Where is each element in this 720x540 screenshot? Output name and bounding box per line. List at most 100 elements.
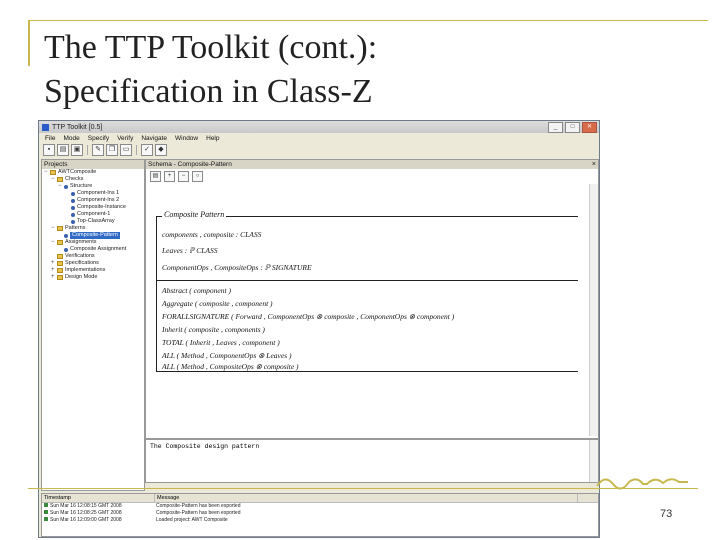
tree-item[interactable]: Top-ClassArray (42, 218, 144, 225)
node-icon (64, 247, 68, 252)
schema-pane: Schema - Composite-Pattern × ▤ + − ○ Com… (145, 159, 599, 439)
schema-bottom-rule (156, 371, 578, 372)
log-timestamp: Sun Mar 16 12:08:25 GMT 2008 (42, 510, 154, 517)
slide-title: The TTP Toolkit (cont.): Specification i… (44, 26, 377, 114)
tree-item-label: Composite-Pattern (70, 232, 120, 239)
log-column-message[interactable]: Message (155, 494, 578, 502)
schema-predicate: ALL ( Method , CompositeOps ⊗ composite … (162, 362, 299, 371)
tree-item-label: Implementations (65, 267, 106, 273)
save-icon[interactable]: ▣ (71, 144, 83, 156)
schema-pane-header: Schema - Composite-Pattern × (146, 160, 598, 169)
maximize-button[interactable]: □ (565, 122, 580, 133)
tree-item-label: Checks (65, 176, 84, 182)
tree-item[interactable]: Verifications (42, 253, 144, 260)
tree-item[interactable]: + Design Mode (42, 274, 144, 281)
toolbar-separator (136, 145, 137, 155)
log-row[interactable]: Sun Mar 16 12:08:25 GMT 2008 Composite-Pa… (42, 510, 598, 517)
folder-icon (57, 226, 63, 231)
folder-icon (57, 275, 63, 280)
schema-predicate: Abstract ( component ) (162, 286, 231, 295)
window-titlebar[interactable]: TTP Toolkit [0.5] _ □ ✕ (39, 121, 599, 133)
tree-item[interactable]: − AWTComposite (42, 169, 144, 176)
project-tree: − AWTComposite − Checks − Structure Component-… (42, 169, 144, 281)
folder-icon (50, 170, 56, 175)
tree-item-label: Component-1 (77, 211, 111, 217)
minimize-button[interactable]: _ (548, 122, 563, 133)
node-icon (71, 219, 75, 224)
document-icon[interactable]: ▭ (120, 144, 132, 156)
zoom-in-icon[interactable]: + (164, 170, 175, 182)
check-icon[interactable]: ✓ (141, 144, 153, 156)
menu-help[interactable]: Help (206, 135, 219, 142)
tree-item-label: Patterns (65, 225, 86, 231)
copy-icon[interactable]: ❐ (106, 144, 118, 156)
folder-icon (57, 268, 63, 273)
log-row[interactable]: Sun Mar 16 12:09:00 GMT 2008 Loaded proje… (42, 517, 598, 524)
tree-item[interactable]: Component-Ins 1 (42, 190, 144, 197)
tree-item-label: Verifications (65, 253, 95, 259)
new-project-icon[interactable]: ▪ (43, 144, 55, 156)
log-header: Timestamp Message (42, 494, 598, 503)
schema-predicate: TOTAL ( Inherit , Leaves , component ) (162, 338, 280, 347)
log-message: Composite-Pattern has been exported (156, 510, 241, 516)
close-button[interactable]: ✕ (582, 122, 597, 133)
tree-item[interactable]: + Specifications (42, 260, 144, 267)
tree-item[interactable]: Composite-Pattern (42, 232, 144, 239)
tree-item[interactable]: − Patterns (42, 225, 144, 232)
window-title: TTP Toolkit [0.5] (52, 123, 103, 131)
schema-declaration: ComponentOps , CompositeOps : ℙ SIGNATUR… (162, 263, 312, 272)
node-icon (71, 191, 75, 196)
node-icon (71, 205, 75, 210)
schema-left-rule-lower (156, 280, 157, 372)
log-timestamp-text: Sun Mar 16 12:08:15 GMT 2008 (50, 503, 122, 509)
info-icon (44, 517, 48, 521)
tree-item[interactable]: Composite-Instance (42, 204, 144, 211)
toolbar-separator (87, 145, 88, 155)
zoom-out-icon[interactable]: − (178, 170, 189, 182)
tree-item[interactable]: + Implementations (42, 267, 144, 274)
log-row[interactable]: Sun Mar 16 12:08:15 GMT 2008 Composite-Pa… (42, 503, 598, 510)
zoom-reset-icon[interactable]: ○ (192, 170, 203, 182)
menu-file[interactable]: File (45, 135, 55, 142)
menu-verify[interactable]: Verify (117, 135, 133, 142)
schema-declaration: Leaves : ℙ CLASS (162, 246, 218, 255)
schema-predicate: Aggregate ( composite , component ) (162, 299, 273, 308)
verify-icon[interactable]: ◆ (155, 144, 167, 156)
footer-rule (28, 488, 698, 489)
folder-icon (57, 177, 63, 182)
folder-icon (57, 240, 63, 245)
projects-pane-header: Projects (42, 160, 144, 169)
edit-icon[interactable]: ✎ (92, 144, 104, 156)
menu-window[interactable]: Window (175, 135, 198, 142)
tree-item-label: Specifications (65, 260, 99, 266)
log-message: Composite-Pattern has been exported (156, 503, 241, 509)
tree-item-label: Component-Ins 1 (77, 190, 120, 196)
tree-item[interactable]: − Structure (42, 183, 144, 190)
schema-close-icon[interactable]: × (592, 160, 596, 169)
tree-item[interactable]: Component-Ins 2 (42, 197, 144, 204)
folder-icon (57, 261, 63, 266)
ttp-toolkit-window: TTP Toolkit [0.5] _ □ ✕ File Mode Specif… (38, 120, 600, 538)
pattern-description[interactable]: The Composite design pattern (150, 443, 259, 450)
menu-navigate[interactable]: Navigate (141, 135, 167, 142)
menu-mode[interactable]: Mode (63, 135, 79, 142)
tree-item[interactable]: − Checks (42, 176, 144, 183)
slide-title-line-2: Specification in Class-Z (44, 73, 373, 110)
tree-item-label: Component-Ins 2 (77, 197, 120, 203)
menu-specify[interactable]: Specify (88, 135, 109, 142)
info-icon (44, 510, 48, 514)
tree-item[interactable]: Composite Assignment (42, 246, 144, 253)
open-icon[interactable]: ▤ (57, 144, 69, 156)
log-column-timestamp[interactable]: Timestamp (42, 494, 155, 502)
app-icon (42, 123, 49, 131)
menu-bar: File Mode Specify Verify Navigate Window… (39, 133, 599, 143)
schema-scrollbar[interactable] (589, 184, 598, 436)
tree-item[interactable]: Component-1 (42, 211, 144, 218)
schema-toolbar: ▤ + − ○ (146, 169, 598, 183)
schema-name: Composite Pattern (162, 210, 227, 219)
tree-item-label: Structure (70, 183, 93, 189)
print-icon[interactable]: ▤ (150, 170, 161, 182)
page-number: 73 (660, 508, 673, 520)
tree-item[interactable]: − Assignments (42, 239, 144, 246)
projects-pane: Projects − AWTComposite − Checks − Structure C… (41, 159, 145, 491)
